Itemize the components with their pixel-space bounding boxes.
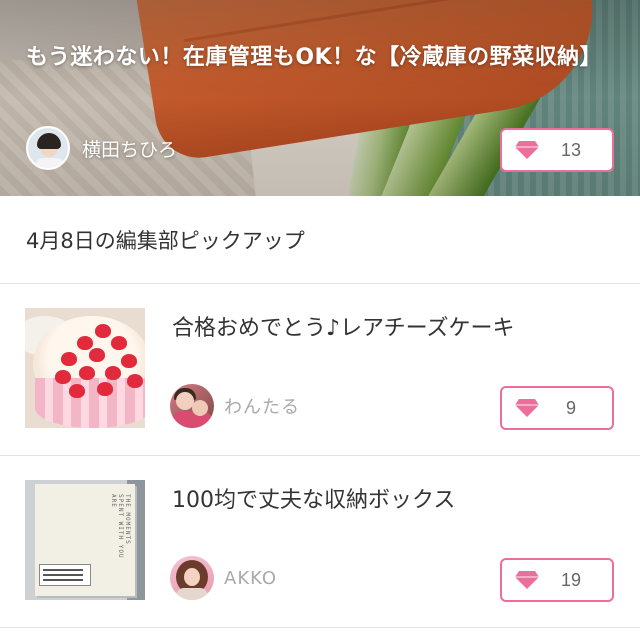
article-thumbnail[interactable]: THE MOMENTS SPENT WITH YOU ARE: [25, 480, 145, 600]
article-thumbnail[interactable]: [25, 308, 145, 428]
diamond-icon: [515, 399, 539, 417]
like-count: 19: [560, 569, 582, 590]
list-item[interactable]: 合格おめでとう♪レアチーズケーキ わんたる 9: [0, 284, 640, 456]
avatar[interactable]: [170, 384, 214, 428]
list-item[interactable]: THE MOMENTS SPENT WITH YOU ARE 100均で丈夫な収…: [0, 456, 640, 628]
hero-title[interactable]: もう迷わない！在庫管理もOK！な【冷蔵庫の野菜収納】: [26, 42, 616, 73]
author-name[interactable]: AKKO: [224, 568, 277, 589]
article-title[interactable]: 合格おめでとう♪レアチーズケーキ: [172, 310, 515, 342]
diamond-icon: [515, 571, 539, 589]
author-name[interactable]: わんたる: [224, 393, 300, 419]
like-count: 13: [560, 139, 582, 160]
hero-card[interactable]: もう迷わない！在庫管理もOK！な【冷蔵庫の野菜収納】 横田ちひろ 13: [0, 0, 640, 196]
thumbnail-print: THE MOMENTS SPENT WITH YOU ARE: [110, 494, 131, 559]
diamond-icon: [515, 141, 539, 159]
author-name[interactable]: 横田ちひろ: [82, 135, 177, 162]
section-heading: 4月8日の編集部ピックアップ: [0, 196, 640, 284]
like-button[interactable]: 9: [500, 386, 614, 430]
like-count: 9: [565, 397, 576, 418]
article-title[interactable]: 100均で丈夫な収納ボックス: [172, 482, 455, 514]
like-button[interactable]: 19: [500, 558, 614, 602]
avatar[interactable]: [170, 556, 214, 600]
avatar[interactable]: [26, 126, 70, 170]
like-button[interactable]: 13: [500, 128, 614, 172]
article-author[interactable]: わんたる: [170, 384, 300, 428]
article-author[interactable]: AKKO: [170, 556, 277, 600]
hero-author[interactable]: 横田ちひろ: [26, 126, 177, 170]
